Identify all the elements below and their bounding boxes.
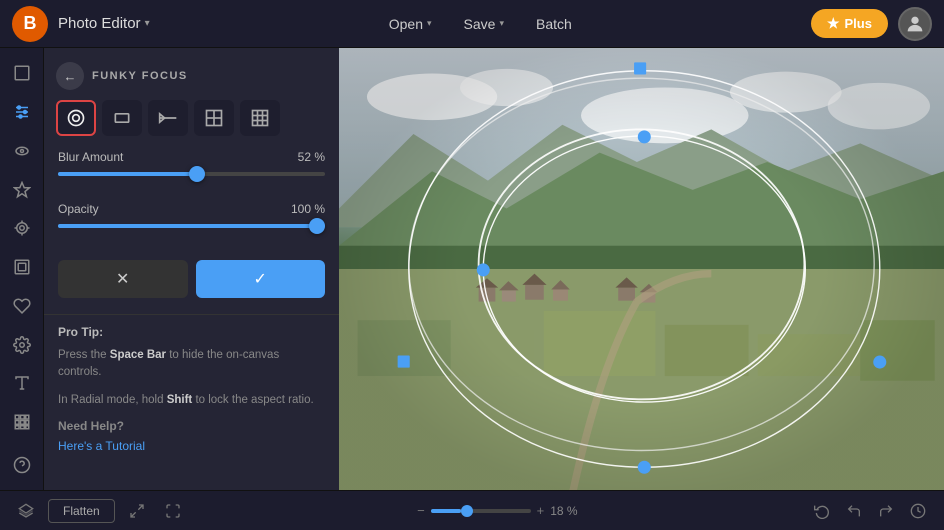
main-layout: ← FUNKY FOCUS (0, 48, 944, 490)
open-button[interactable]: Open ▾ (375, 10, 446, 38)
zoom-slider[interactable] (431, 509, 531, 513)
opacity-slider-track[interactable] (58, 224, 325, 228)
confirm-button[interactable]: ✓ (196, 260, 326, 298)
zoom-controls: − + 18 % (195, 503, 800, 518)
sidebar-item-texture[interactable] (4, 405, 40, 440)
blur-label: Blur Amount (58, 150, 123, 164)
mode-rect-button[interactable] (102, 100, 142, 136)
opacity-label: Opacity (58, 202, 99, 216)
save-button[interactable]: Save ▾ (450, 10, 518, 38)
sidebar-item-settings[interactable] (4, 327, 40, 362)
app-title-chevron[interactable]: ▾ (145, 18, 150, 29)
sidebar-item-star[interactable] (4, 172, 40, 207)
cancel-icon: ✕ (116, 269, 129, 289)
pro-tip-title: Pro Tip: (58, 325, 325, 339)
pro-tip: Pro Tip: Press the Space Bar to hide the… (44, 314, 339, 465)
open-chevron-icon: ▾ (427, 18, 432, 29)
plus-label: Plus (845, 16, 872, 31)
batch-label: Batch (536, 16, 572, 32)
save-label: Save (464, 16, 496, 32)
canvas-area (339, 48, 944, 490)
sidebar-item-effects[interactable] (4, 211, 40, 246)
bottom-right-buttons (808, 499, 932, 523)
icon-bar (0, 48, 44, 490)
open-label: Open (389, 16, 423, 32)
sidebar-item-eye[interactable] (4, 133, 40, 168)
sidebar-item-crop[interactable] (4, 56, 40, 91)
mode-custom-button[interactable] (240, 100, 280, 136)
history-button[interactable] (904, 499, 932, 523)
panel: ← FUNKY FOCUS (44, 48, 339, 490)
pro-tip-text-1: Press the Space Bar to hide the on-canva… (58, 347, 325, 382)
blur-value: 52 % (298, 150, 325, 164)
top-bar: B Photo Editor ▾ Open ▾ Save ▾ Batch ★ P… (0, 0, 944, 48)
tutorial-link[interactable]: Here's a Tutorial (58, 439, 145, 453)
save-chevron-icon: ▾ (499, 18, 504, 29)
sidebar-item-frame[interactable] (4, 250, 40, 285)
panel-header: ← FUNKY FOCUS (44, 48, 339, 100)
radial-overlay-svg (339, 48, 944, 490)
star-icon: ★ (827, 15, 840, 32)
rotate-button[interactable] (808, 499, 836, 523)
blur-slider-track[interactable] (58, 172, 325, 176)
sidebar-item-text[interactable] (4, 366, 40, 401)
sidebar-item-heart[interactable] (4, 288, 40, 323)
app-title: Photo Editor ▾ (58, 15, 150, 32)
zoom-plus-icon[interactable]: + (537, 503, 545, 518)
sidebar-item-help[interactable] (4, 447, 40, 482)
zoom-minus-icon[interactable]: − (417, 503, 425, 518)
expand-button[interactable] (123, 499, 151, 523)
app-title-text: Photo Editor (58, 15, 141, 32)
top-nav: Open ▾ Save ▾ Batch (375, 10, 586, 38)
action-buttons: ✕ ✓ (44, 254, 339, 314)
batch-button[interactable]: Batch (522, 10, 586, 38)
bottom-bar: Flatten − + 18 % (0, 490, 944, 530)
avatar[interactable] (898, 7, 932, 41)
blur-amount-section: Blur Amount 52 % (44, 150, 339, 202)
mode-linear-button[interactable] (148, 100, 188, 136)
mode-grid-button[interactable] (194, 100, 234, 136)
panel-back-button[interactable]: ← (56, 62, 84, 90)
sidebar-item-tune[interactable] (4, 95, 40, 130)
opacity-section: Opacity 100 % (44, 202, 339, 254)
redo-button[interactable] (872, 499, 900, 523)
flatten-button[interactable]: Flatten (48, 499, 115, 523)
pro-tip-text-2: In Radial mode, hold Shift to lock the a… (58, 392, 325, 409)
cancel-button[interactable]: ✕ (58, 260, 188, 298)
mode-buttons (44, 100, 339, 150)
opacity-value: 100 % (291, 202, 325, 216)
panel-title: FUNKY FOCUS (92, 70, 188, 82)
undo-button[interactable] (840, 499, 868, 523)
need-help-label: Need Help? (58, 419, 325, 433)
app-logo: B (12, 6, 48, 42)
fullscreen-button[interactable] (159, 499, 187, 523)
confirm-icon: ✓ (254, 269, 267, 289)
plus-button[interactable]: ★ Plus (811, 9, 888, 38)
layers-button[interactable] (12, 499, 40, 523)
zoom-value: 18 % (550, 504, 577, 518)
mode-radial-button[interactable] (56, 100, 96, 136)
